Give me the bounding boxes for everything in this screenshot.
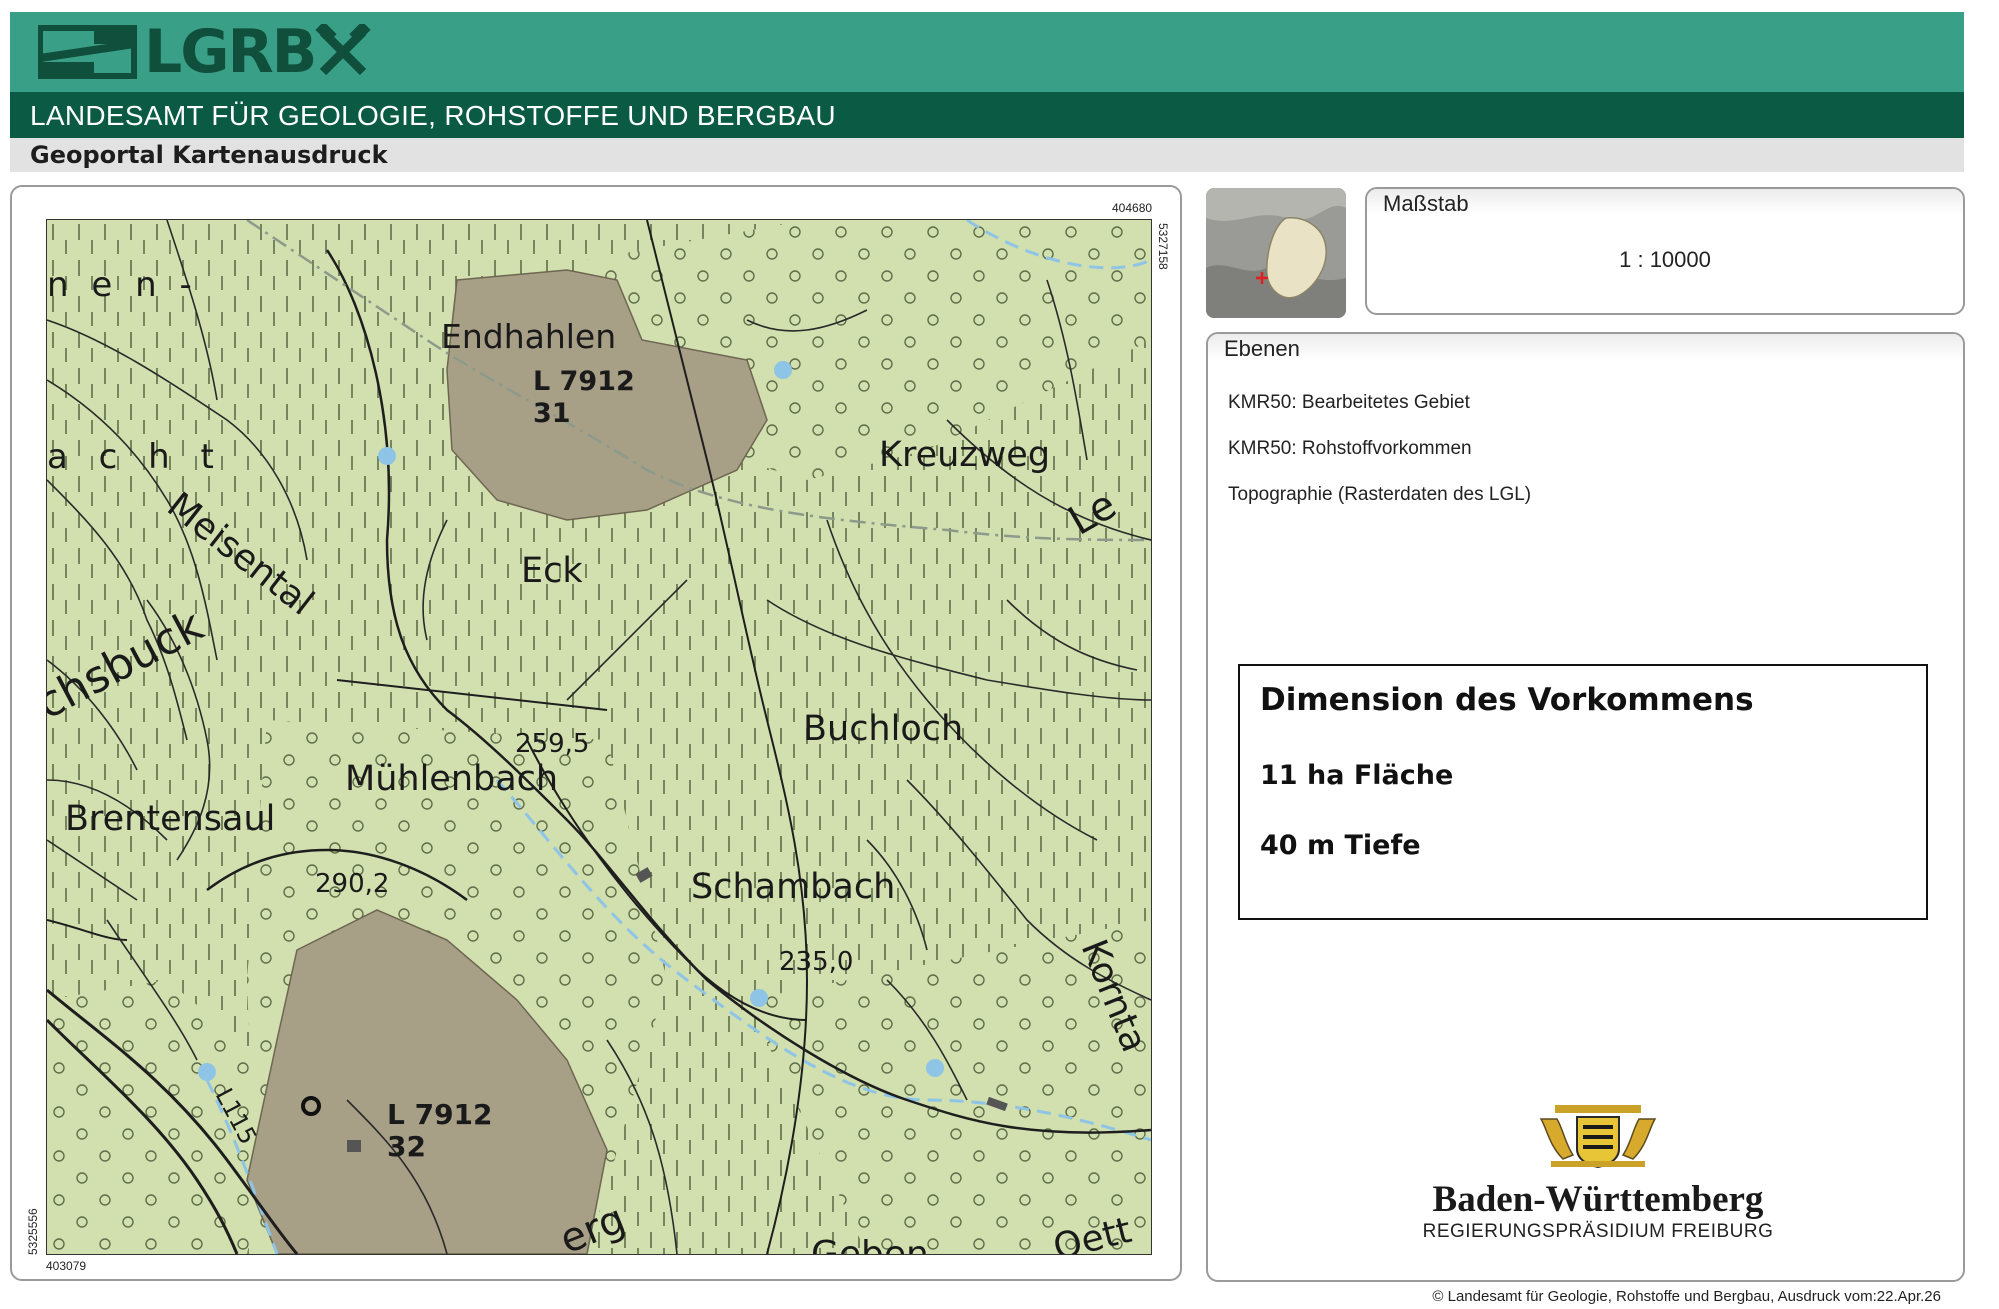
header-bar: LGRB: [10, 12, 1964, 92]
agency-bar: LANDESAMT FÜR GEOLOGIE, ROHSTOFFE UND BE…: [10, 92, 1964, 138]
hammer-pick-icon: [315, 24, 372, 76]
coord-top-right: 404680: [1112, 201, 1153, 215]
label-deposit-31-no: 31: [533, 398, 571, 429]
layer-item[interactable]: Topographie (Rasterdaten des LGL): [1228, 484, 1531, 506]
label-muhlenbach: Mühlenbach: [345, 759, 558, 799]
subtitle-bar: Geoportal Kartenausdruck: [10, 138, 1964, 172]
overview-map[interactable]: [1206, 188, 1346, 318]
scale-title: Maßstab: [1383, 191, 1469, 216]
dimension-area: 11 ha Fläche: [1260, 760, 1454, 791]
map-panel: 404680 5327158 403079 5325556 Endhahlen …: [10, 185, 1182, 1281]
bw-logo: Baden-Württemberg REGIERUNGSPRÄSIDIUM FR…: [1388, 1099, 1808, 1243]
label-kreuzweg: Kreuzweg: [879, 435, 1050, 475]
layers-box: Ebenen KMR50: Bearbeitetes Gebiet KMR50:…: [1206, 332, 1965, 1282]
label-buchloch: Buchloch: [803, 709, 963, 749]
dimension-title: Dimension des Vorkommens: [1260, 682, 1754, 718]
logo-text: LGRB: [144, 17, 317, 87]
water-point: [774, 361, 792, 379]
scale-value: 1 : 10000: [1619, 247, 1711, 272]
water-point: [926, 1059, 944, 1077]
layer-item[interactable]: KMR50: Bearbeitetes Gebiet: [1228, 392, 1531, 414]
water-point: [198, 1063, 216, 1081]
lgrb-logo: LGRB: [38, 17, 372, 87]
label-eck: Eck: [521, 551, 583, 591]
page-title: Geoportal Kartenausdruck: [30, 141, 388, 169]
water-point: [378, 447, 396, 465]
label-nen: n e n -: [47, 265, 198, 305]
dimension-box: Dimension des Vorkommens 11 ha Fläche 40…: [1238, 664, 1928, 920]
label-height-259: 259,5: [515, 729, 589, 759]
label-endhahlen: Endhahlen: [441, 317, 616, 356]
lgrb-emblem-icon: [38, 25, 137, 79]
layers-title: Ebenen: [1224, 336, 1300, 361]
label-brentensaul: Brentensaul: [65, 799, 275, 839]
bw-name: Baden-Württemberg: [1432, 1179, 1764, 1220]
water-point: [750, 989, 768, 1007]
building: [347, 1140, 361, 1152]
label-schambach: Schambach: [691, 867, 895, 907]
bw-subtitle: REGIERUNGSPRÄSIDIUM FREIBURG: [1422, 1221, 1774, 1242]
label-deposit-32-no: 32: [387, 1130, 426, 1163]
label-height-235: 235,0: [779, 947, 853, 977]
coord-bottom-left: 403079: [46, 1259, 87, 1273]
layers-list: KMR50: Bearbeitetes Gebiet KMR50: Rohsto…: [1228, 392, 1531, 530]
coord-right-top: 5327158: [1156, 223, 1170, 270]
label-deposit-32-id: L 7912: [387, 1098, 493, 1131]
scale-box: Maßstab 1 : 10000: [1365, 187, 1965, 315]
map-canvas[interactable]: Endhahlen L 7912 31 Kreuzweg Eck n e n -…: [46, 219, 1152, 1255]
footer-copyright: © Landesamt für Geologie, Rohstoffe und …: [1432, 1288, 1941, 1305]
label-deposit-31-id: L 7912: [533, 366, 635, 397]
bw-coat-of-arms-icon: [1539, 1105, 1657, 1169]
dimension-depth: 40 m Tiefe: [1260, 830, 1421, 861]
label-acht: a c h t: [47, 437, 224, 477]
layer-item[interactable]: KMR50: Rohstoffvorkommen: [1228, 438, 1531, 460]
label-height-290: 290,2: [315, 869, 389, 899]
agency-name: LANDESAMT FÜR GEOLOGIE, ROHSTOFFE UND BE…: [30, 100, 836, 131]
label-gehen: Geben: [811, 1234, 929, 1254]
coord-left-bottom: 5325556: [26, 1208, 40, 1255]
